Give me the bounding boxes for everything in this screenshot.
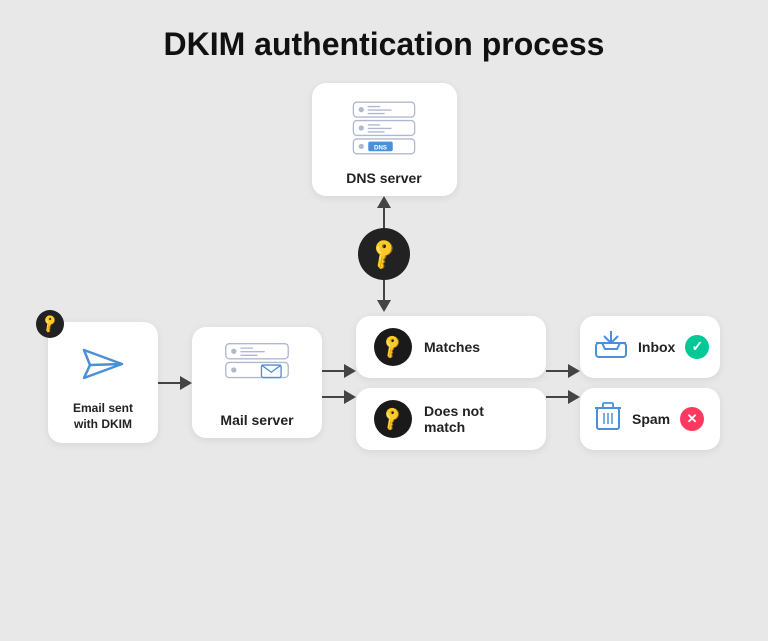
spam-x-icon: ✕ bbox=[680, 407, 704, 431]
stacked-result-arrows bbox=[546, 362, 580, 404]
spam-icon bbox=[594, 400, 622, 437]
dns-box: DNS DNS server bbox=[312, 83, 457, 196]
svg-text:DNS: DNS bbox=[374, 144, 387, 151]
key-icon-middle: 🔑 bbox=[365, 235, 402, 272]
bottom-row: 🔑 Email sent with DKIM bbox=[14, 316, 754, 450]
spam-box: Spam ✕ bbox=[580, 388, 720, 450]
matches-key-icon: 🔑 bbox=[379, 332, 408, 361]
email-icon bbox=[80, 342, 126, 393]
email-key-badge: 🔑 bbox=[36, 310, 64, 338]
inbox-icon bbox=[594, 329, 628, 364]
result-column: Inbox ✓ bbox=[580, 316, 720, 450]
arrow-to-matches bbox=[322, 364, 356, 378]
page-title: DKIM authentication process bbox=[164, 26, 605, 63]
top-section: DNS DNS server 🔑 bbox=[312, 83, 457, 312]
no-match-key-icon: 🔑 bbox=[379, 404, 408, 433]
mail-server-label: Mail server bbox=[220, 412, 293, 428]
inbox-check-icon: ✓ bbox=[685, 335, 709, 359]
dns-server-label: DNS server bbox=[346, 170, 422, 186]
mail-server-icon bbox=[221, 341, 293, 404]
no-match-key-circle: 🔑 bbox=[374, 400, 412, 438]
matches-box: 🔑 Matches bbox=[356, 316, 546, 378]
stacked-arrows bbox=[322, 362, 356, 404]
arrow-to-inbox bbox=[546, 364, 580, 378]
inbox-box: Inbox ✓ bbox=[580, 316, 720, 378]
arrow-to-spam bbox=[546, 390, 580, 404]
email-box: 🔑 Email sent with DKIM bbox=[48, 322, 158, 442]
diagram-container: DKIM authentication process bbox=[14, 16, 754, 626]
main-flow: DNS DNS server 🔑 bbox=[14, 83, 754, 626]
match-column: 🔑 Matches 🔑 Does not match bbox=[356, 316, 546, 450]
inbox-label: Inbox bbox=[638, 339, 675, 355]
email-key-icon: 🔑 bbox=[39, 313, 61, 335]
no-match-box: 🔑 Does not match bbox=[356, 388, 546, 450]
mail-box: Mail server bbox=[192, 327, 322, 438]
spam-label: Spam bbox=[632, 411, 670, 427]
dns-arrows: 🔑 bbox=[358, 196, 410, 312]
arrow-email-to-mail bbox=[158, 376, 192, 390]
email-label: Email sent with DKIM bbox=[73, 401, 133, 432]
arrow-to-no-match bbox=[322, 390, 356, 404]
no-match-label: Does not match bbox=[424, 403, 528, 435]
dns-server-icon: DNS bbox=[349, 99, 419, 162]
matches-key-circle: 🔑 bbox=[374, 328, 412, 366]
matches-label: Matches bbox=[424, 339, 480, 355]
key-circle-middle: 🔑 bbox=[358, 228, 410, 280]
